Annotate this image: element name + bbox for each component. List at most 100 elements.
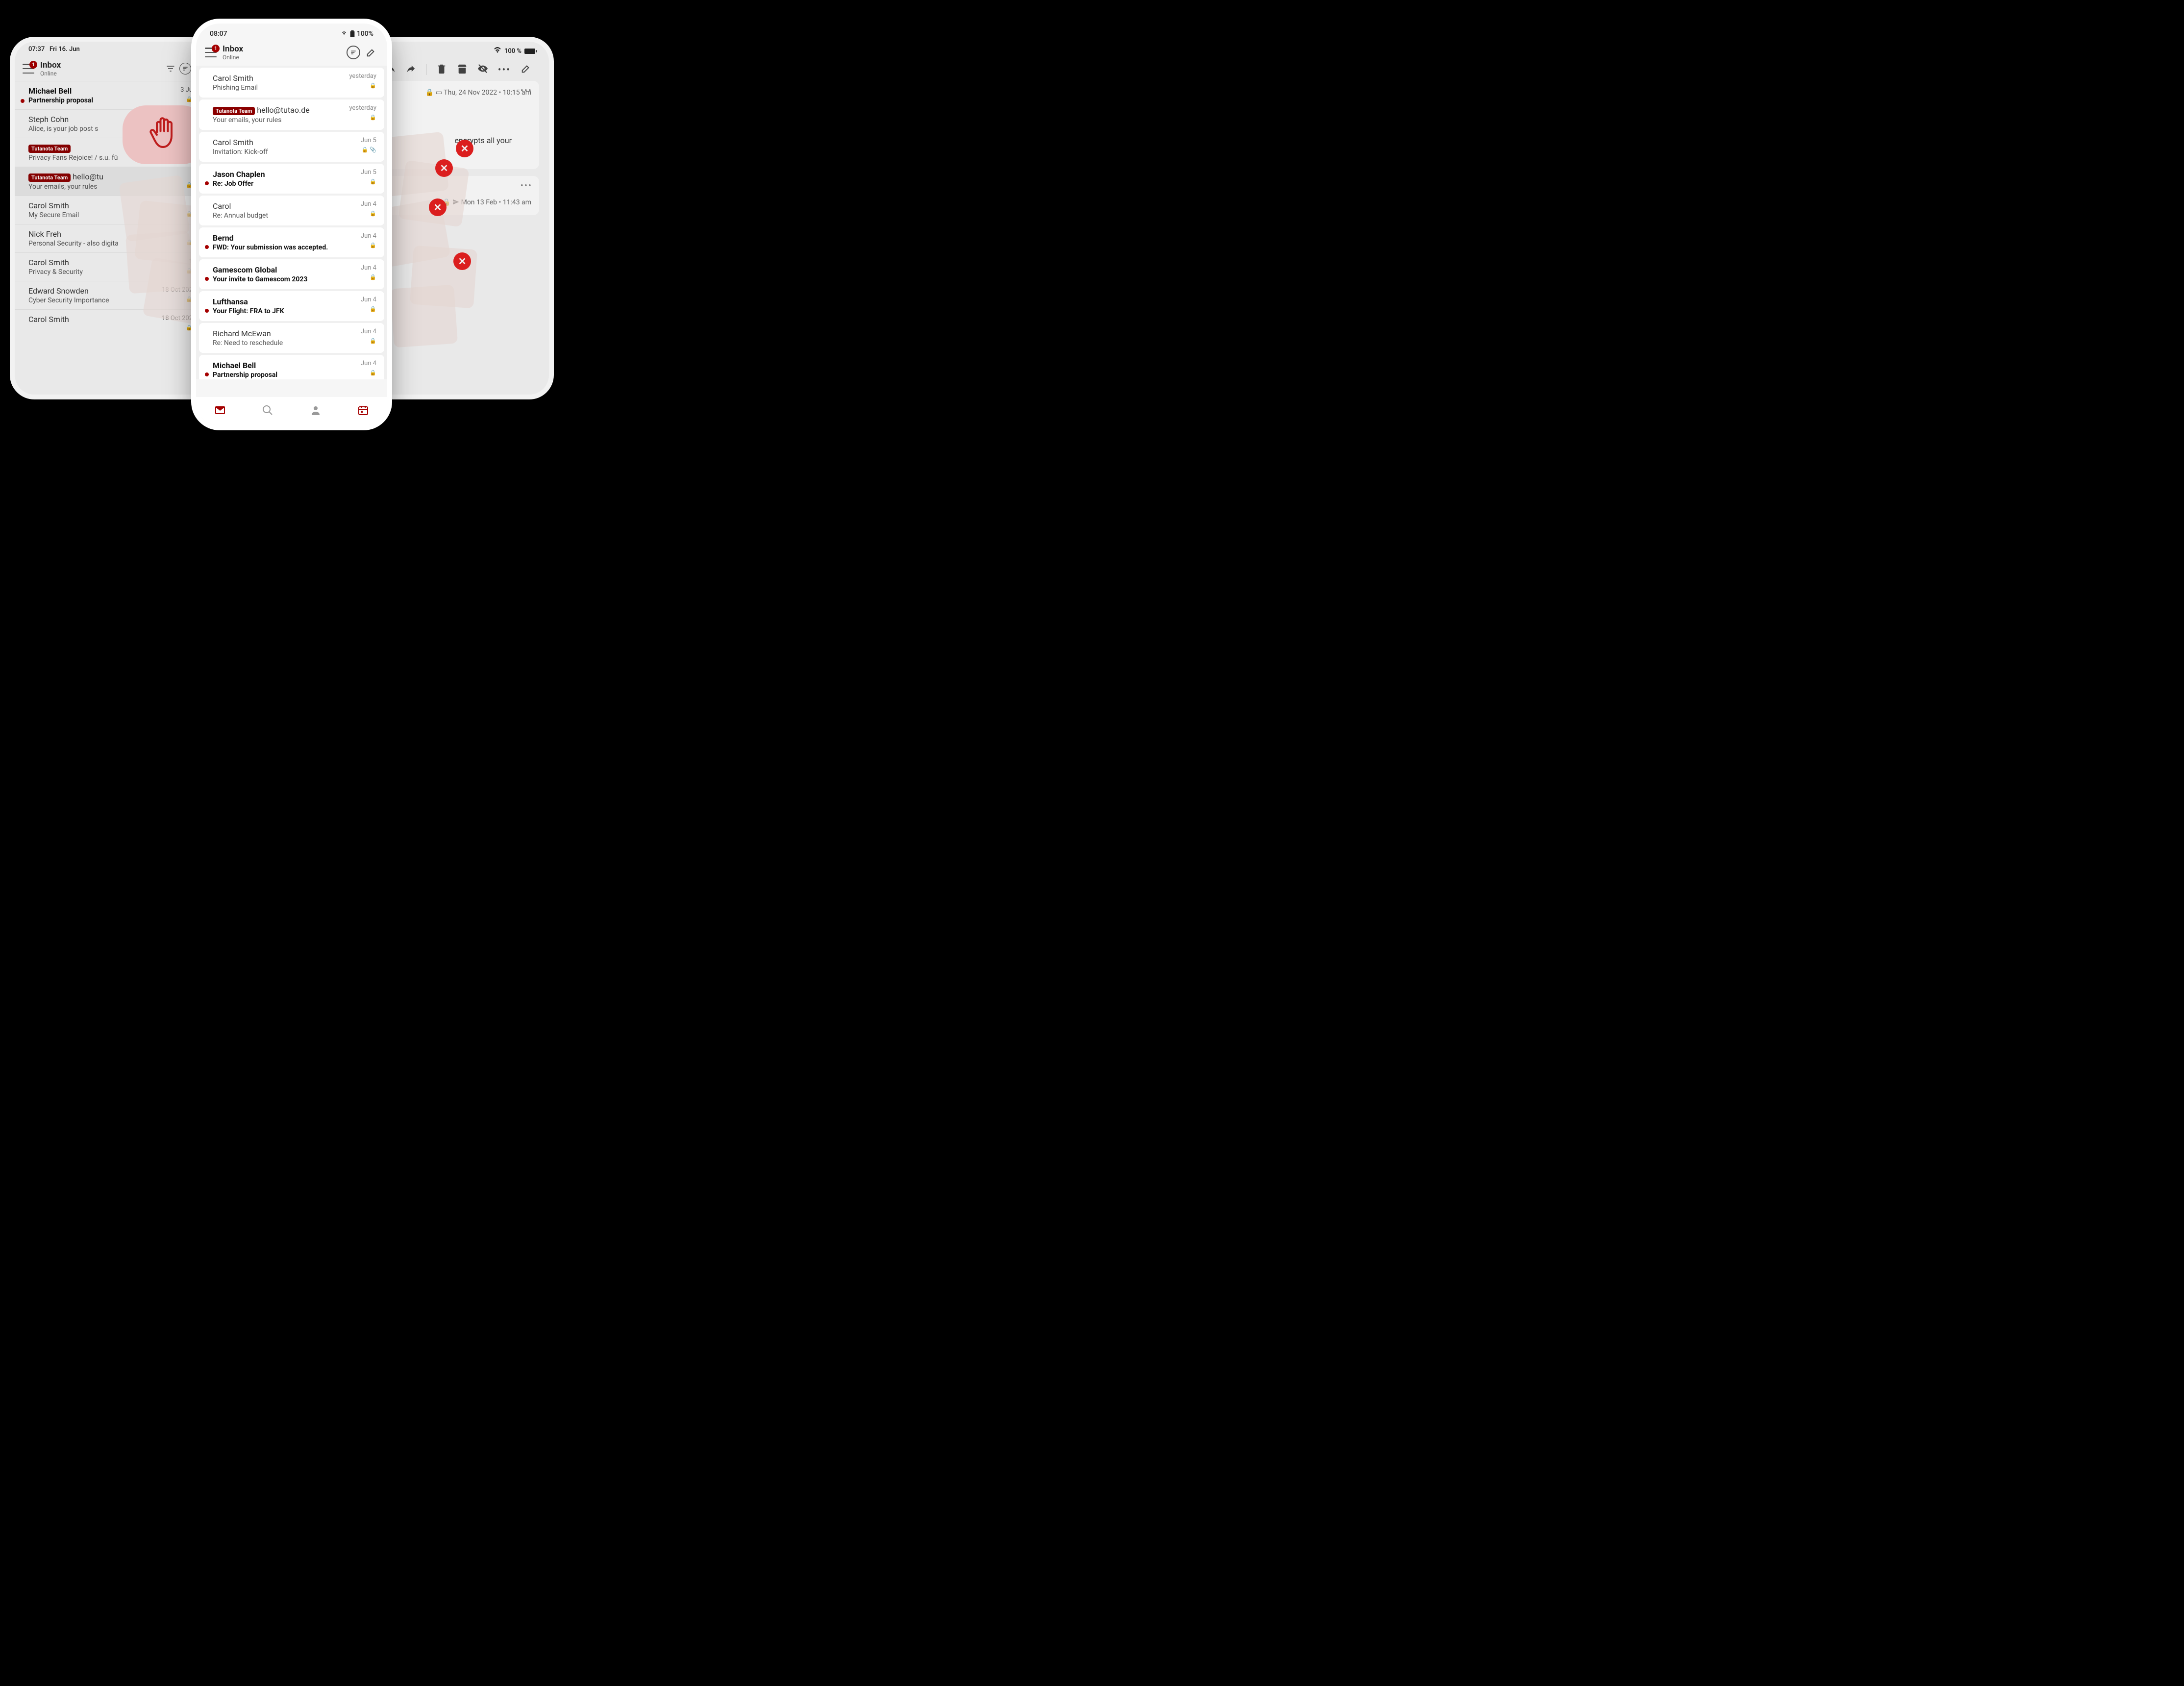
inbox-title: Inbox <box>223 44 243 54</box>
filter-button[interactable] <box>346 45 361 60</box>
email-sender: Richard McEwan <box>213 329 271 338</box>
lock-icon: 🔒 📎 <box>362 147 376 153</box>
block-icon: ✕ <box>429 198 447 216</box>
email-date: yesterday <box>349 73 376 80</box>
email-date: Jun 5 <box>361 137 376 144</box>
tablet-date: Fri 16. Jun <box>50 46 80 53</box>
archive-icon[interactable] <box>457 63 468 76</box>
email-subject: Invitation: Kick-off <box>213 148 376 156</box>
email-item[interactable]: Richard McEwanRe: Need to reschedule Jun … <box>199 323 384 353</box>
email-subject: Your invite to Gamescom 2023 <box>213 275 376 283</box>
email-item[interactable]: LufthansaYour Flight: FRA to JFKJun 4🔒 <box>199 291 384 321</box>
menu-button[interactable]: 1 <box>205 48 217 57</box>
email-item[interactable]: BerndFWD: Your submission was accepted.J… <box>199 227 384 257</box>
phone-battery: 100% <box>357 30 373 38</box>
phone-device: 08:07 100% 1 Inbox Online Carol Smith Phi… <box>196 24 387 425</box>
email-sender: Bernd <box>213 233 234 243</box>
email-sender: Nick Freh <box>28 229 61 239</box>
email-subject: Re: Need to reschedule <box>213 339 376 347</box>
email-date: Jun 4 <box>361 296 376 303</box>
email-sender: Lufthansa <box>213 297 248 306</box>
email-item[interactable]: Michael BellPartnership proposalJun 4🔒 <box>199 355 384 379</box>
lock-icon: 🔒 <box>186 324 193 331</box>
nav-contacts[interactable] <box>310 404 322 418</box>
team-badge: Tutanota Team <box>28 145 71 153</box>
email-subject: Partnership proposal <box>213 371 376 379</box>
email-subject: Re: Job Offer <box>213 180 376 188</box>
email-sender: Carol Smith <box>213 138 253 147</box>
message-1-date: Thu, 24 Nov 2022 • 10:15 am <box>444 89 531 97</box>
email-item[interactable]: Carol SmithInvitation: Kick-off Jun 5 🔒 📎 <box>199 132 384 162</box>
email-sender: hello@tutao.de <box>257 105 309 115</box>
email-date: Jun 4 <box>361 328 376 335</box>
phone-status-bar: 08:07 100% <box>196 24 387 39</box>
email-sender: Jason Chaplen <box>213 170 265 179</box>
unread-dot-icon <box>205 245 209 249</box>
lock-icon: 🔒 <box>370 242 376 248</box>
tablet-time: 07:37 <box>28 46 45 53</box>
email-date: yesterday <box>349 104 376 112</box>
lock-icon: 🔒 <box>370 210 376 217</box>
email-sender: Carol <box>213 201 231 211</box>
compose-icon[interactable] <box>521 63 531 76</box>
email-subject: Phishing Email <box>213 84 376 92</box>
email-sender: hello@tu <box>73 172 103 181</box>
email-item[interactable]: Tutanota Teamhello@tutao.deYour emails, … <box>199 99 384 130</box>
email-sender: Gamescom Global <box>213 265 277 274</box>
connection-status: Online <box>223 54 243 61</box>
inbox-icon: ▭ <box>436 89 442 97</box>
lock-icon: 🔒 <box>370 306 376 312</box>
email-item[interactable]: Carol SmithPhishing Emailyesterday🔒 <box>199 68 384 98</box>
lock-icon: 🔒 <box>186 182 193 188</box>
filter-button[interactable] <box>163 61 178 76</box>
lock-icon: 🔒 <box>370 178 376 185</box>
phone-time: 08:07 <box>210 30 227 38</box>
menu-button[interactable]: 1 <box>23 64 34 74</box>
email-subject: Re: Annual budget <box>213 212 376 220</box>
delete-icon[interactable] <box>436 63 447 76</box>
email-subject: Partnership proposal <box>28 97 193 104</box>
email-item[interactable]: CarolRe: Annual budget Jun 4 🔒 <box>199 196 384 225</box>
lock-icon: 🔒 <box>370 338 376 344</box>
email-date: Jun 4 <box>361 360 376 367</box>
nav-search[interactable] <box>262 404 273 418</box>
email-sender: Michael Bell <box>213 361 256 370</box>
bottom-nav <box>196 397 387 425</box>
email-subject: Your emails, your rules <box>213 116 376 124</box>
lock-icon: 🔒 <box>425 89 434 97</box>
email-sender: Carol Smith <box>28 201 69 210</box>
visibility-off-icon[interactable] <box>477 63 488 76</box>
more-icon[interactable]: ••• <box>498 64 511 75</box>
email-date: Jun 5 <box>361 169 376 176</box>
message-menu-icon[interactable]: ••• <box>521 86 532 96</box>
email-item[interactable]: Jason ChaplenRe: Job Offer Jun 5 🔒 <box>199 164 384 194</box>
lock-icon: 🔒 <box>370 114 376 121</box>
wifi-icon <box>494 47 501 55</box>
nav-calendar[interactable] <box>357 404 369 418</box>
stop-hand-overlay <box>123 105 206 164</box>
email-item[interactable]: Gamescom GlobalYour invite to Gamescom 2… <box>199 259 384 289</box>
nav-mail[interactable] <box>214 404 226 418</box>
email-date: Jun 4 <box>361 200 376 208</box>
message-2-date: Mon 13 Feb • 11:43 am <box>461 198 531 206</box>
unread-dot-icon <box>205 277 209 281</box>
unread-dot-icon <box>205 181 209 185</box>
email-date: Jun 4 <box>361 232 376 240</box>
team-badge: Tutanota Team <box>28 174 71 182</box>
compose-button[interactable] <box>364 45 378 60</box>
team-badge: Tutanota Team <box>213 107 255 115</box>
block-icon: ✕ <box>456 140 473 157</box>
email-sender: Carol Smith <box>28 258 69 267</box>
block-icon: ✕ <box>435 159 453 177</box>
tablet-battery: 100 % <box>504 48 521 55</box>
unread-dot-icon <box>205 372 209 376</box>
message-menu-icon[interactable]: ••• <box>521 181 532 191</box>
block-icon: ✕ <box>453 252 471 270</box>
sort-button[interactable] <box>178 61 193 76</box>
unread-dot-icon <box>21 99 25 103</box>
unread-dot-icon <box>205 309 209 313</box>
forward-icon[interactable] <box>405 63 416 76</box>
lock-icon: 🔒 <box>370 274 376 280</box>
unread-badge: 1 <box>29 61 37 69</box>
unread-badge: 1 <box>212 45 220 52</box>
